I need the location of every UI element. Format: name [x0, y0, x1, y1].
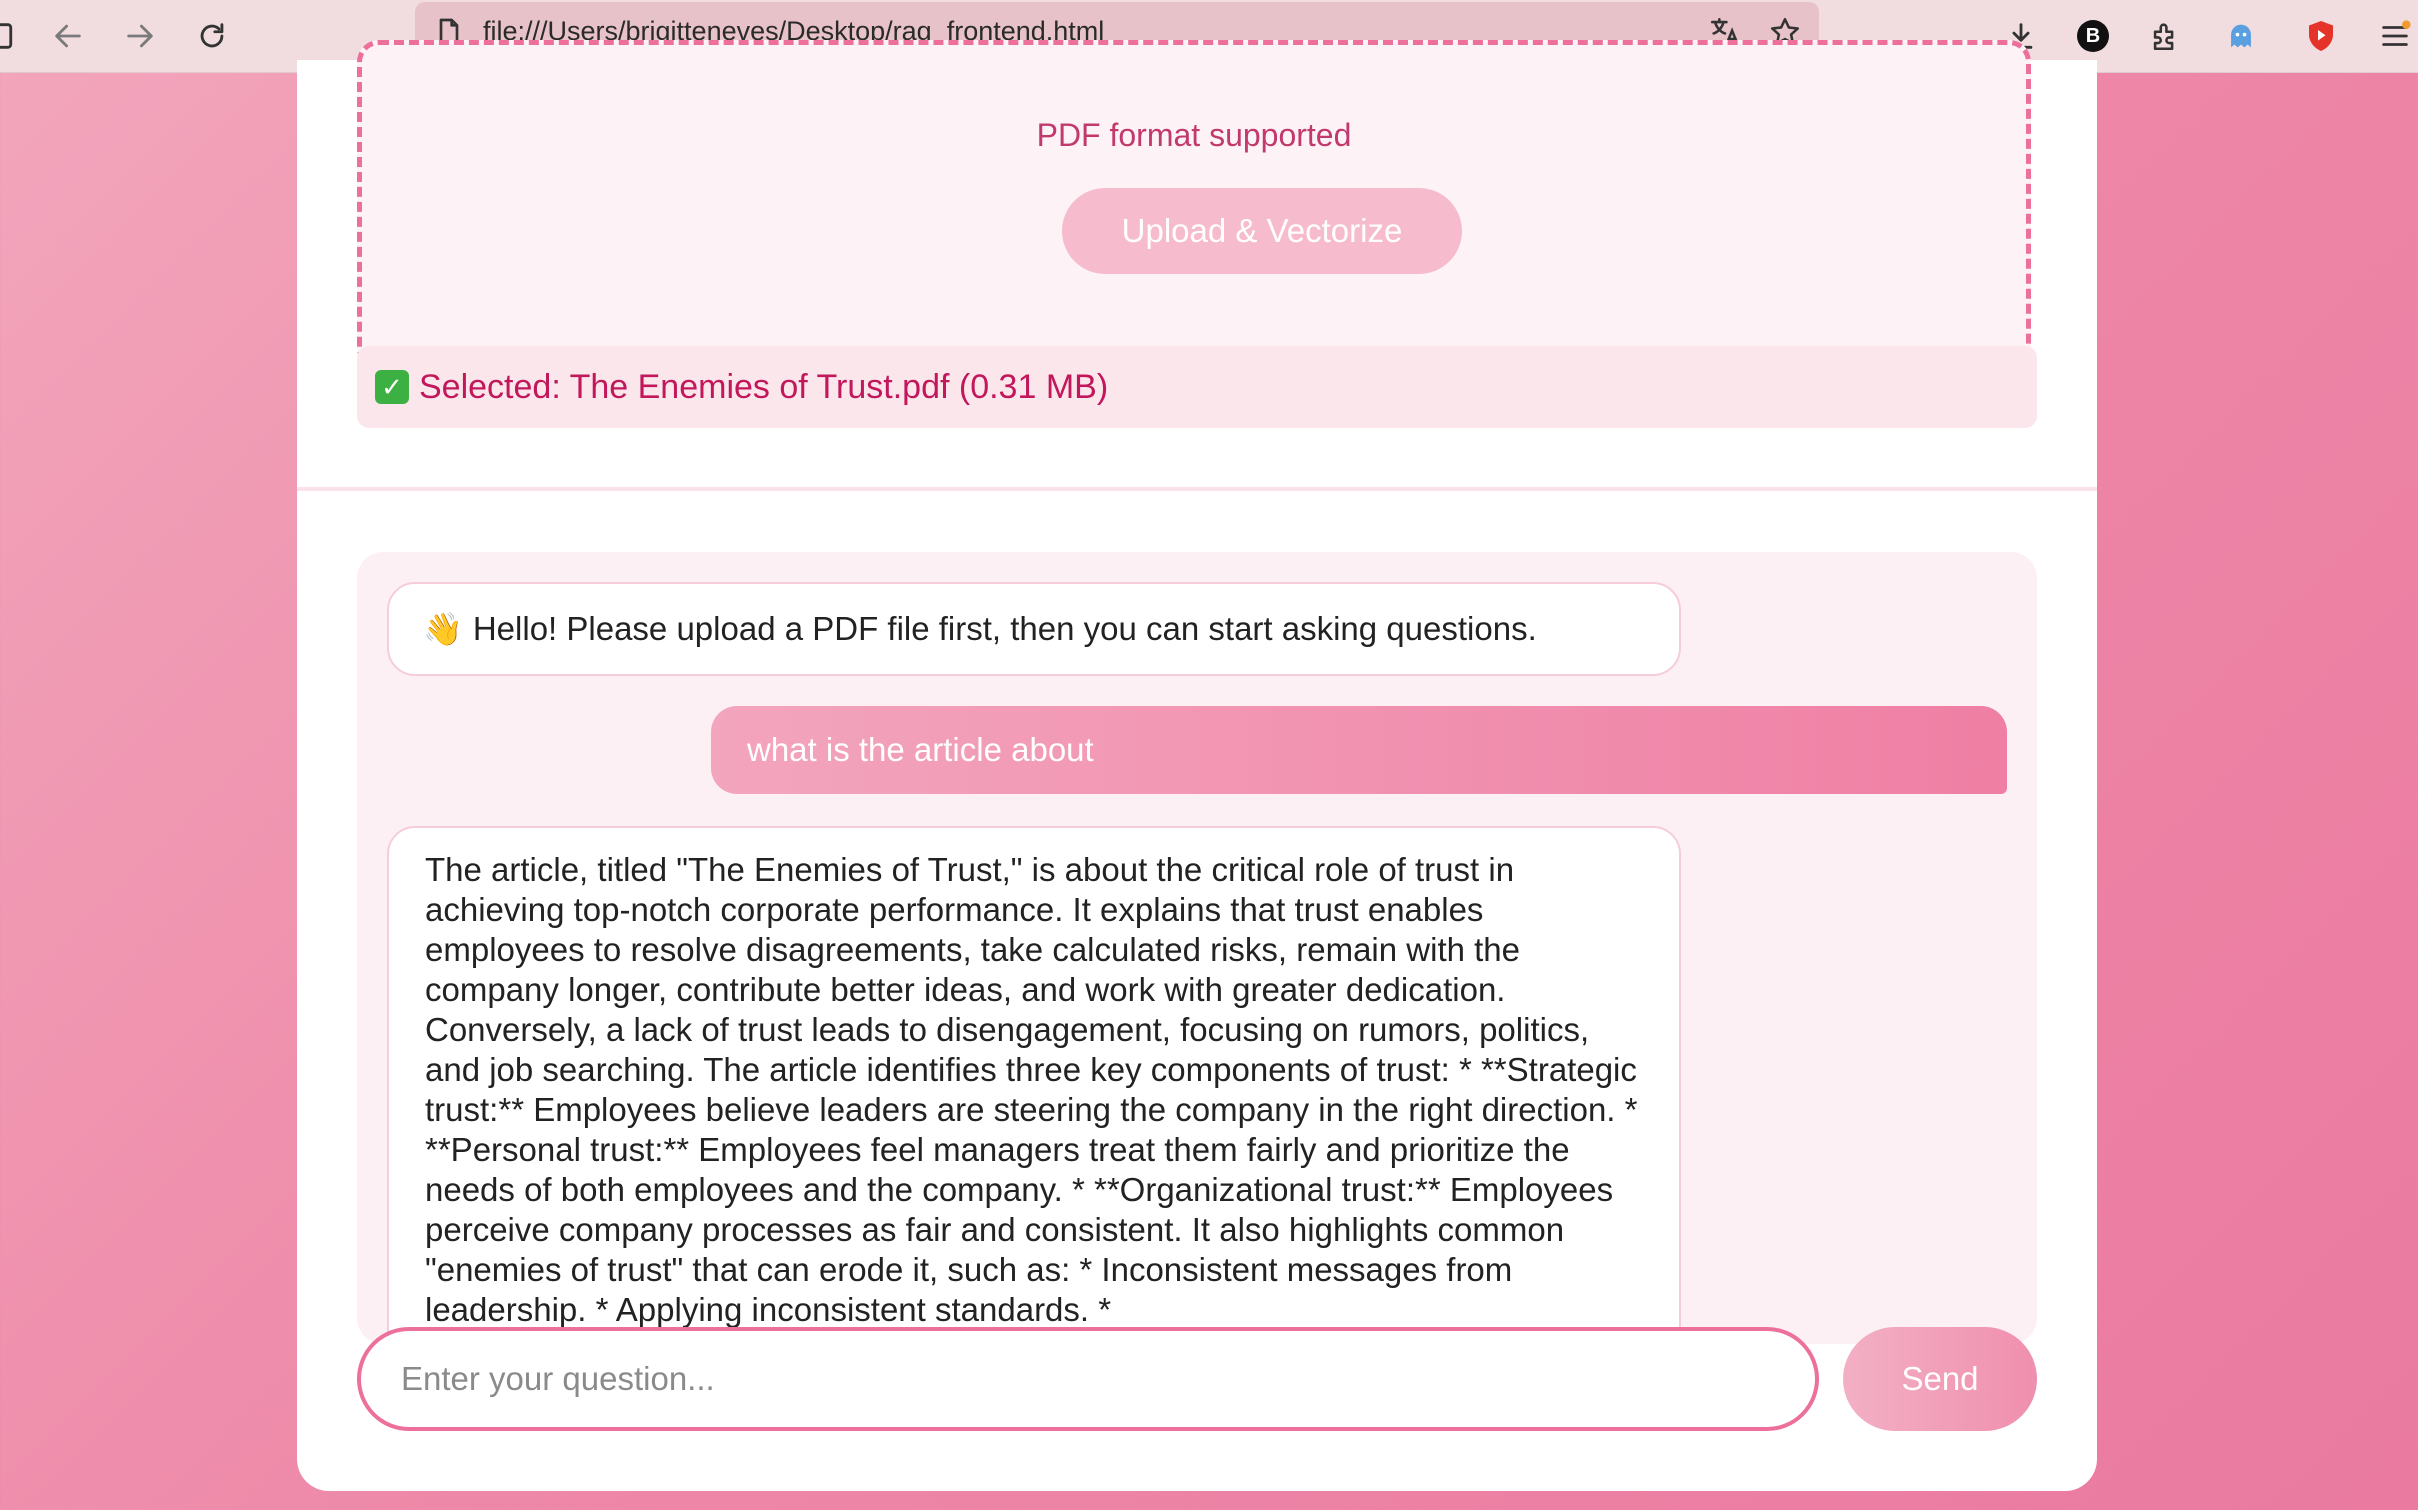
file-status-text: Selected: The Enemies of Trust.pdf (0.31…	[419, 367, 1109, 406]
user-message-text: what is the article about	[747, 731, 1094, 768]
forward-icon[interactable]	[116, 12, 164, 60]
chat-history[interactable]: 👋 Hello! Please upload a PDF file first,…	[357, 552, 2037, 1344]
upload-dropzone[interactable]: PDF format supported Upload & Vectorize	[357, 40, 2031, 370]
bot-message: 👋 Hello! Please upload a PDF file first,…	[387, 582, 1681, 676]
menu-icon[interactable]	[2371, 12, 2418, 60]
profile-initial: B	[2077, 20, 2109, 52]
ghost-extension-icon[interactable]	[2217, 12, 2265, 60]
user-message: what is the article about	[711, 706, 2007, 794]
send-button[interactable]: Send	[1843, 1327, 2037, 1431]
upload-hint: PDF format supported	[1036, 117, 1352, 153]
profile-icon[interactable]: B	[2069, 12, 2117, 60]
bot-message: The article, titled "The Enemies of Trus…	[387, 826, 1681, 1344]
reload-icon[interactable]	[188, 12, 236, 60]
sidebar-icon[interactable]	[0, 12, 22, 60]
file-status-bar: ✓ Selected: The Enemies of Trust.pdf (0.…	[357, 346, 2037, 428]
bot-message-text: The article, titled "The Enemies of Trus…	[425, 851, 1638, 1328]
shield-extension-icon[interactable]	[2297, 12, 2345, 60]
bot-message-text: Hello! Please upload a PDF file first, t…	[472, 610, 1537, 647]
section-divider	[297, 487, 2097, 491]
app-card: PDF format supported Upload & Vectorize …	[297, 40, 2097, 1491]
back-icon[interactable]	[44, 12, 92, 60]
extensions-icon[interactable]	[2141, 12, 2189, 60]
upload-vectorize-button[interactable]: Upload & Vectorize	[1062, 188, 1462, 274]
question-input[interactable]	[357, 1327, 1819, 1431]
waving-hand-icon: 👋	[423, 611, 463, 647]
check-mark-icon: ✓	[375, 370, 409, 404]
